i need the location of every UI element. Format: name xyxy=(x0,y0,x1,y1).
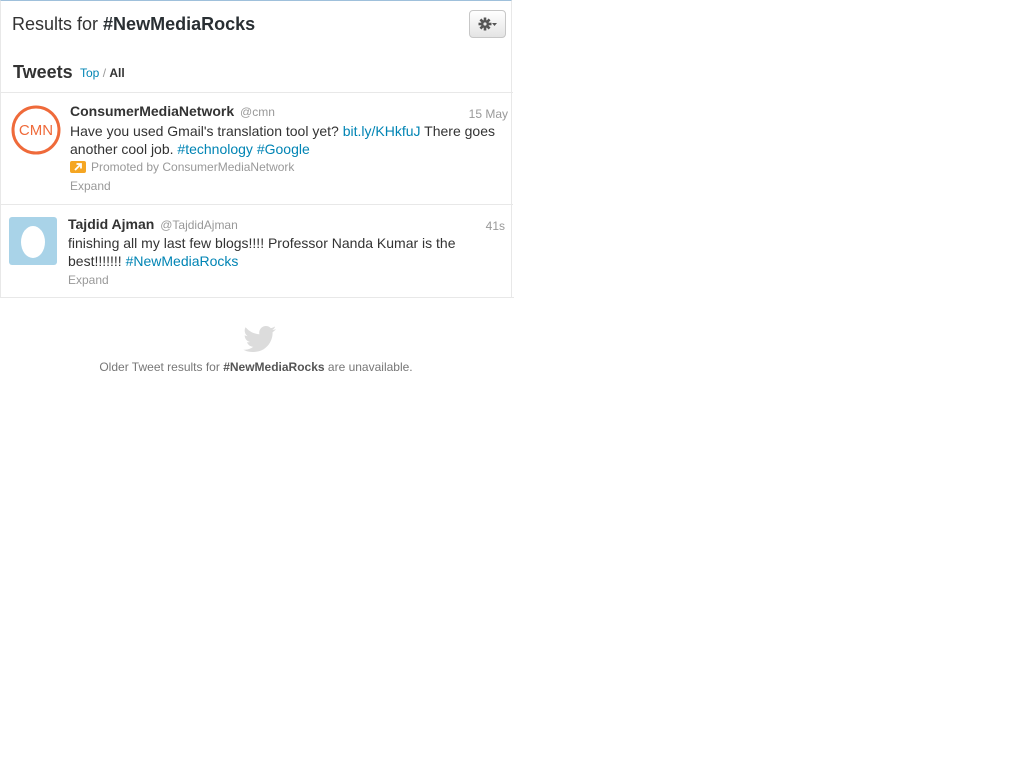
hashtag-link[interactable]: #technology xyxy=(177,141,253,157)
tweet-text: finishing all my last few blogs!!!! Prof… xyxy=(68,234,478,270)
expand-link[interactable]: Expand xyxy=(70,179,111,193)
avatar[interactable]: CMN xyxy=(11,105,61,155)
tweets-heading: Tweets xyxy=(13,62,73,82)
promoted-arrow-icon xyxy=(70,161,86,173)
gear-icon xyxy=(478,17,497,31)
promoted-text: Promoted by ConsumerMediaNetwork xyxy=(91,160,295,174)
tweet-link[interactable]: bit.ly/KHkfuJ xyxy=(343,123,421,139)
caret-down-icon xyxy=(491,23,497,26)
avatar-logo-text: CMN xyxy=(19,122,53,139)
tweet-text-part: Have you used Gmail's translation tool y… xyxy=(70,123,339,139)
older-results-notice: Older Tweet results for #NewMediaRocks a… xyxy=(0,360,512,374)
tweet-item[interactable]: CMN ConsumerMediaNetwork @cmn 15 May Hav… xyxy=(1,93,513,204)
tweet-timestamp[interactable]: 41s xyxy=(486,219,505,233)
settings-button[interactable] xyxy=(469,10,506,38)
page-title-query: #NewMediaRocks xyxy=(103,14,256,34)
filter-top-link[interactable]: Top xyxy=(80,66,99,80)
filter-all-current: All xyxy=(109,66,125,80)
hashtag-link[interactable]: #Google xyxy=(257,141,310,157)
tweet-text: Have you used Gmail's translation tool y… xyxy=(70,122,506,158)
tweet-author[interactable]: Tajdid Ajman @TajdidAjman xyxy=(68,216,238,232)
expand-link[interactable]: Expand xyxy=(68,273,109,287)
promoted-label: Promoted by ConsumerMediaNetwork xyxy=(70,160,294,174)
notice-query: #NewMediaRocks xyxy=(223,360,325,374)
default-egg-icon xyxy=(21,226,45,258)
page-title: Results for #NewMediaRocks xyxy=(12,14,255,35)
tweet-author-name[interactable]: ConsumerMediaNetwork xyxy=(70,103,234,119)
tweet-author[interactable]: ConsumerMediaNetwork @cmn xyxy=(70,103,275,119)
tweet-author-name[interactable]: Tajdid Ajman xyxy=(68,216,154,232)
filter-separator: / xyxy=(102,66,107,80)
hashtag-link[interactable]: #NewMediaRocks xyxy=(126,253,239,269)
search-results-panel: Results for #NewMediaRocks Tweets Top / … xyxy=(0,0,513,298)
tweets-filter-nav: Top / All xyxy=(80,66,125,80)
divider xyxy=(0,297,514,298)
notice-suffix: are unavailable. xyxy=(327,360,413,374)
tweet-author-handle[interactable]: @TajdidAjman xyxy=(160,218,238,232)
twitter-bird-icon xyxy=(243,326,276,352)
avatar[interactable] xyxy=(9,217,57,265)
notice-prefix: Older Tweet results for xyxy=(99,360,220,374)
tweet-item[interactable]: Tajdid Ajman @TajdidAjman 41s finishing … xyxy=(1,205,513,298)
tweet-timestamp[interactable]: 15 May xyxy=(469,107,508,121)
page-title-prefix: Results for xyxy=(12,14,99,34)
tweet-author-handle[interactable]: @cmn xyxy=(240,105,275,119)
